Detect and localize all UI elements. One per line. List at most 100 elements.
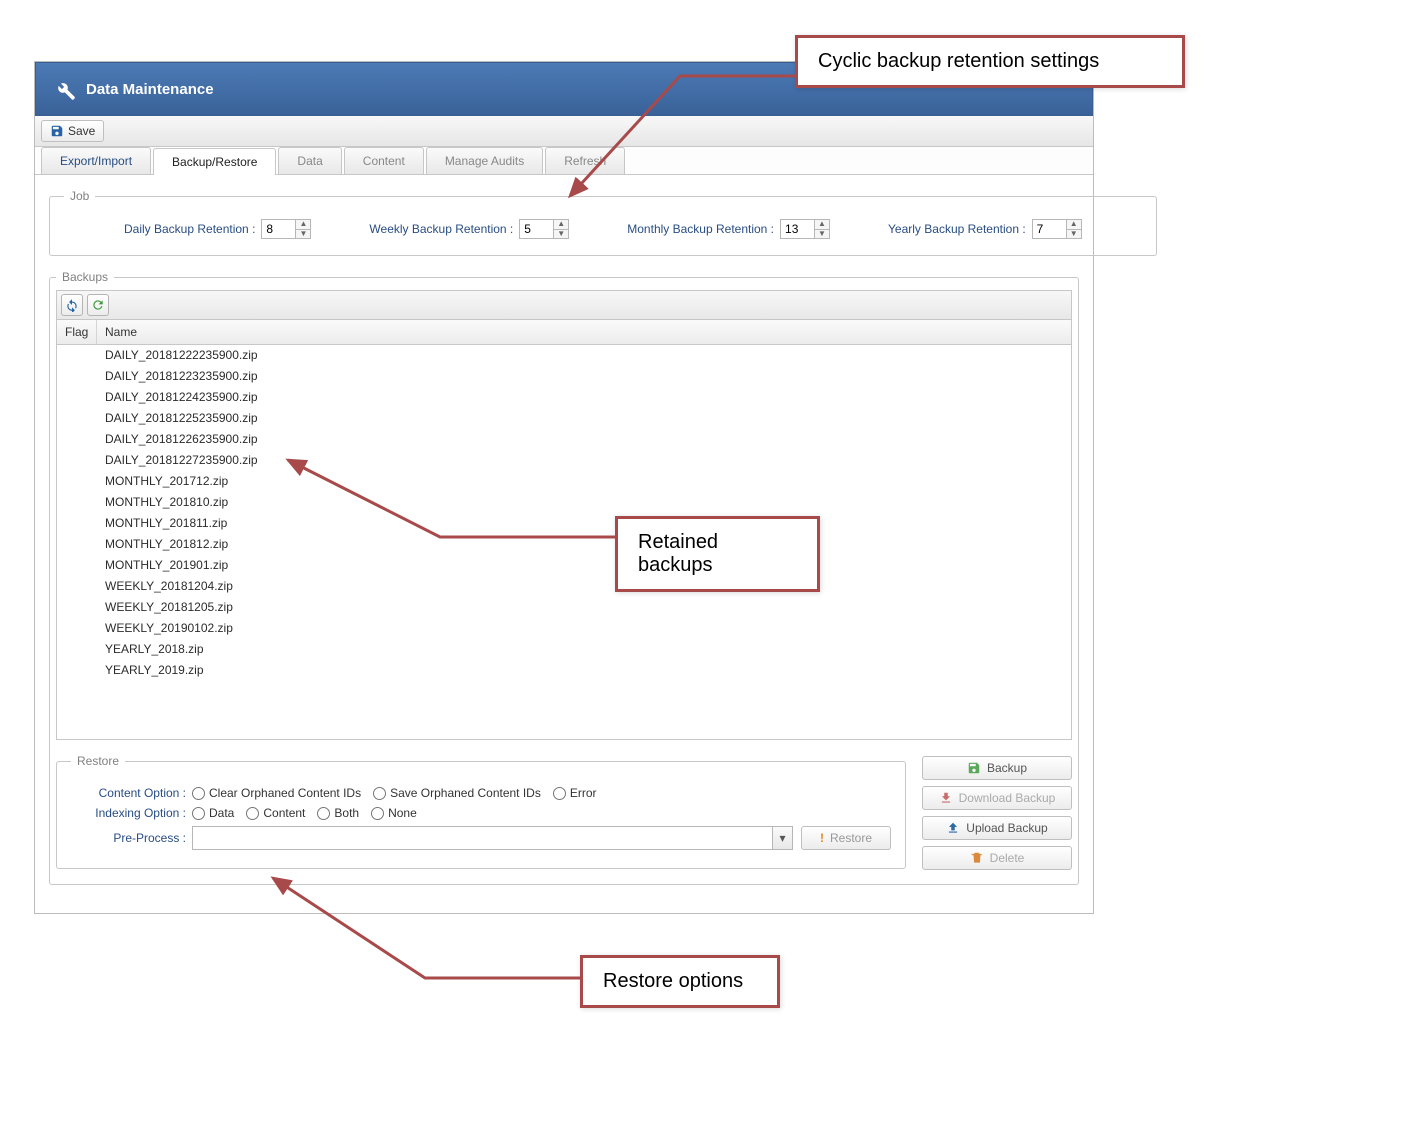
weekly-retention-label: Weekly Backup Retention : (369, 222, 513, 236)
annotation-restore-options: Restore options (580, 955, 780, 1008)
refresh-button[interactable] (61, 294, 83, 316)
cell-flag (57, 387, 97, 407)
monthly-retention-down[interactable]: ▼ (815, 229, 829, 239)
annotation-retained-backups: Retained backups (615, 516, 820, 592)
tab-strip: Export/ImportBackup/RestoreDataContentMa… (35, 147, 1093, 175)
daily-retention-field: Daily Backup Retention : ▲ ▼ (124, 219, 311, 239)
tab-backup-restore[interactable]: Backup/Restore (153, 148, 276, 175)
cell-flag (57, 450, 97, 470)
table-row[interactable]: DAILY_20181226235900.zip (57, 429, 1071, 450)
table-row[interactable]: DAILY_20181222235900.zip (57, 345, 1071, 366)
monthly-retention-label: Monthly Backup Retention : (627, 222, 774, 236)
backup-button[interactable]: Backup (922, 756, 1072, 780)
table-row[interactable]: YEARLY_2018.zip (57, 639, 1071, 660)
table-row[interactable]: MONTHLY_201810.zip (57, 492, 1071, 513)
column-name[interactable]: Name (97, 320, 1071, 344)
table-row[interactable]: DAILY_20181227235900.zip (57, 450, 1071, 471)
table-row[interactable]: DAILY_20181224235900.zip (57, 387, 1071, 408)
table-row[interactable]: WEEKLY_20181204.zip (57, 576, 1071, 597)
cell-flag (57, 639, 97, 659)
refresh-icon (65, 298, 79, 312)
yearly-retention-up[interactable]: ▲ (1067, 220, 1081, 229)
indexing-options: Data Content Both None (192, 806, 417, 820)
toolbar: Save (35, 116, 1093, 147)
tab-data[interactable]: Data (278, 147, 341, 174)
job-fieldset: Job Daily Backup Retention : ▲ ▼ (49, 189, 1157, 256)
cell-name: DAILY_20181227235900.zip (97, 450, 1071, 470)
cell-flag (57, 492, 97, 512)
save-button[interactable]: Save (41, 120, 104, 142)
restore-button[interactable]: ! Restore (801, 826, 891, 850)
job-legend: Job (64, 189, 95, 203)
cell-name: DAILY_20181225235900.zip (97, 408, 1071, 428)
daily-retention-input[interactable] (261, 219, 295, 239)
weekly-retention-down[interactable]: ▼ (554, 229, 568, 239)
indexing-option-3[interactable]: None (371, 806, 417, 820)
upload-backup-button[interactable]: Upload Backup (922, 816, 1072, 840)
content-option-label-1: Save Orphaned Content IDs (390, 786, 541, 800)
content-options: Clear Orphaned Content IDs Save Orphaned … (192, 786, 597, 800)
trash-icon (970, 851, 984, 865)
save-button-label: Save (68, 124, 95, 138)
table-row[interactable]: MONTHLY_201712.zip (57, 471, 1071, 492)
table-row[interactable]: DAILY_20181225235900.zip (57, 408, 1071, 429)
table-row[interactable]: MONTHLY_201901.zip (57, 555, 1071, 576)
backups-fieldset: Backups Flag (49, 270, 1079, 885)
cell-flag (57, 513, 97, 533)
backups-grid: Flag Name DAILY_20181222235900.zipDAILY_… (56, 319, 1072, 740)
content-option-radio-1[interactable] (373, 787, 386, 800)
table-row[interactable]: MONTHLY_201811.zip (57, 513, 1071, 534)
yearly-retention-input[interactable] (1032, 219, 1066, 239)
cell-flag (57, 660, 97, 680)
yearly-retention-down[interactable]: ▼ (1067, 229, 1081, 239)
cell-name: WEEKLY_20190102.zip (97, 618, 1071, 638)
monthly-retention-up[interactable]: ▲ (815, 220, 829, 229)
indexing-option-radio-0[interactable] (192, 807, 205, 820)
content-option-0[interactable]: Clear Orphaned Content IDs (192, 786, 361, 800)
cell-flag (57, 345, 97, 365)
cell-name: MONTHLY_201712.zip (97, 471, 1071, 491)
daily-retention-up[interactable]: ▲ (296, 220, 310, 229)
cell-flag (57, 471, 97, 491)
daily-retention-label: Daily Backup Retention : (124, 222, 255, 236)
cell-flag (57, 597, 97, 617)
table-row[interactable]: DAILY_20181223235900.zip (57, 366, 1071, 387)
restore-legend: Restore (71, 754, 125, 768)
reload-button[interactable] (87, 294, 109, 316)
content-option-2[interactable]: Error (553, 786, 597, 800)
preprocess-select[interactable]: ▾ (192, 826, 793, 850)
table-row[interactable]: WEEKLY_20190102.zip (57, 618, 1071, 639)
indexing-option-1[interactable]: Content (246, 806, 305, 820)
content-option-1[interactable]: Save Orphaned Content IDs (373, 786, 541, 800)
tab-manage-audits[interactable]: Manage Audits (426, 147, 543, 174)
table-row[interactable]: MONTHLY_201812.zip (57, 534, 1071, 555)
table-row[interactable]: YEARLY_2019.zip (57, 660, 1071, 681)
indexing-option-0[interactable]: Data (192, 806, 234, 820)
indexing-option-radio-2[interactable] (317, 807, 330, 820)
content-option-radio-0[interactable] (192, 787, 205, 800)
app-window: Data Maintenance Save Export/ImportBacku… (34, 61, 1094, 914)
page-title: Data Maintenance (86, 81, 214, 98)
delete-button-label: Delete (990, 851, 1025, 865)
indexing-option-label-0: Data (209, 806, 234, 820)
indexing-option-2[interactable]: Both (317, 806, 359, 820)
download-backup-button[interactable]: Download Backup (922, 786, 1072, 810)
indexing-option-radio-3[interactable] (371, 807, 384, 820)
daily-retention-down[interactable]: ▼ (296, 229, 310, 239)
cell-flag (57, 366, 97, 386)
weekly-retention-input[interactable] (519, 219, 553, 239)
chevron-down-icon[interactable]: ▾ (772, 827, 792, 849)
tab-export-import[interactable]: Export/Import (41, 147, 151, 174)
table-row[interactable]: WEEKLY_20181205.zip (57, 597, 1071, 618)
content-option-radio-2[interactable] (553, 787, 566, 800)
delete-button[interactable]: Delete (922, 846, 1072, 870)
restore-fieldset: Restore Content Option : Clear Orphaned … (56, 754, 906, 869)
indexing-option-radio-1[interactable] (246, 807, 259, 820)
tab-refresh[interactable]: Refresh (545, 147, 625, 174)
column-flag[interactable]: Flag (57, 320, 97, 344)
monthly-retention-input[interactable] (780, 219, 814, 239)
tab-content[interactable]: Content (344, 147, 424, 174)
grid-body[interactable]: DAILY_20181222235900.zipDAILY_2018122323… (57, 345, 1071, 739)
upload-backup-label: Upload Backup (966, 821, 1047, 835)
weekly-retention-up[interactable]: ▲ (554, 220, 568, 229)
